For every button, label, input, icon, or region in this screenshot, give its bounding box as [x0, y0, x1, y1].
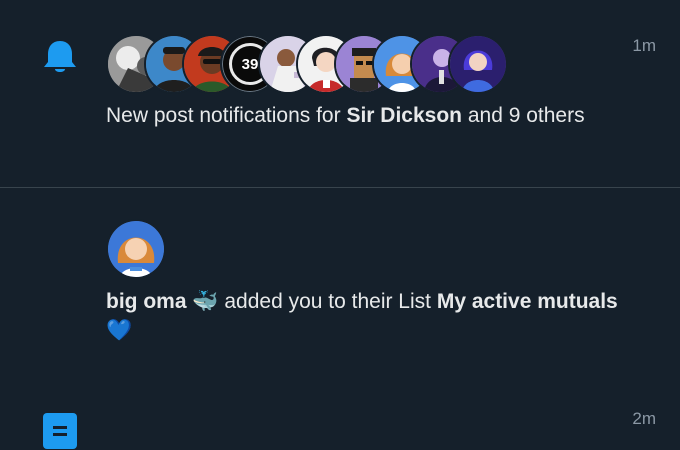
avatar-group: 39 — [106, 34, 536, 94]
avatar[interactable] — [448, 34, 508, 94]
whale-emoji: 🐳 — [192, 289, 219, 313]
notification-text-prefix: New post notifications for — [106, 104, 347, 127]
bell-icon — [44, 41, 76, 72]
notification-text: New post notifications for Sir Dickson a… — [106, 101, 626, 130]
blue-heart-emoji: 💙 — [106, 318, 133, 342]
list-name-link[interactable]: My active mutuals — [437, 290, 618, 313]
timestamp[interactable]: 1m — [632, 36, 656, 56]
notification-text: big oma 🐳 added you to their List My act… — [106, 287, 626, 345]
timestamp[interactable]: 2m — [632, 409, 656, 429]
avatar-count-label: 39 — [241, 55, 259, 73]
list-icon — [43, 413, 77, 449]
notification-item-post-notifications[interactable]: 1m 39 New post notifications for Sir Dic… — [0, 0, 680, 187]
notification-text-middle: added you to their List — [218, 290, 437, 313]
user-name-link[interactable]: Sir Dickson — [346, 104, 462, 127]
avatar-big-oma[interactable] — [106, 219, 166, 279]
user-name-link[interactable]: big oma — [106, 290, 187, 313]
notification-item-list-added[interactable]: 2m — [0, 188, 680, 449]
notifications-feed: 1m 39 New post notifications for Sir Dic… — [0, 0, 680, 449]
notification-text-suffix: and 9 others — [462, 104, 585, 127]
